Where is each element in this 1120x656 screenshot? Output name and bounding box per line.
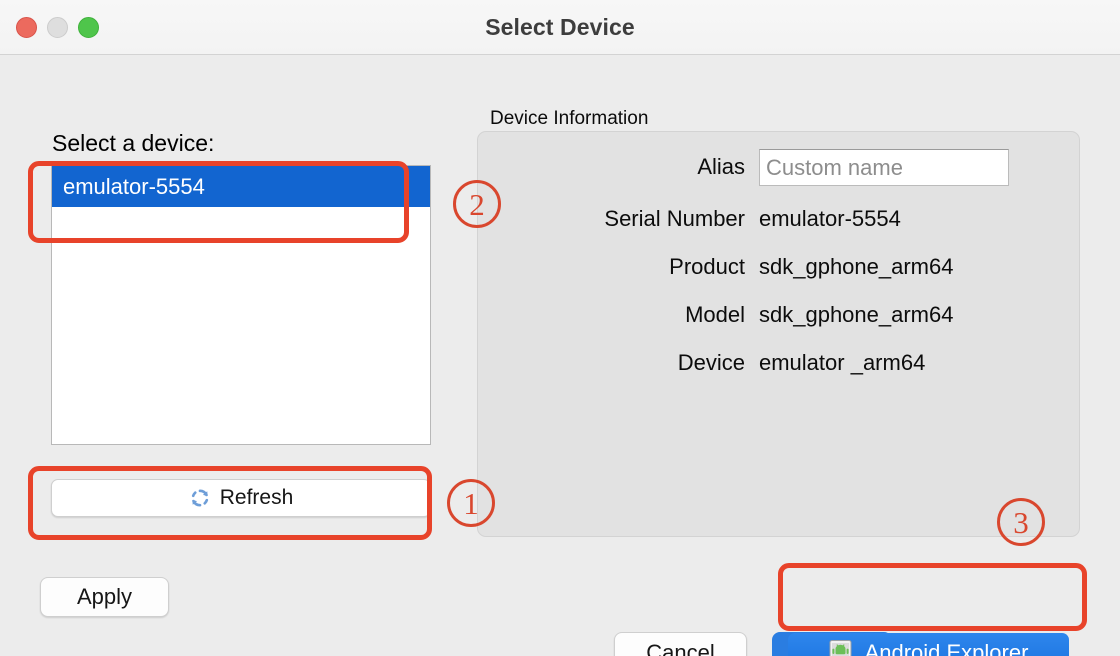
device-information-title: Device Information <box>490 108 649 129</box>
device-value: emulator _arm64 <box>759 350 926 375</box>
model-value: sdk_gphone_arm64 <box>759 302 954 327</box>
refresh-button[interactable]: Refresh <box>51 479 431 517</box>
android-explorer-button-label: Android Explorer <box>864 639 1029 656</box>
info-row-product: Product sdk_gphone_arm64 <box>478 250 1081 284</box>
annotation-marker-2: 2 <box>453 180 501 228</box>
device-information-panel: Alias Custom name Serial Number emulator… <box>477 131 1080 537</box>
page-title: Select Device <box>485 14 635 40</box>
alias-input[interactable]: Custom name <box>759 148 1009 186</box>
select-device-dialog: Select Device Select a device: emulator-… <box>0 0 1120 656</box>
serial-number-value: emulator-5554 <box>759 206 901 231</box>
android-device-icon <box>829 640 852 656</box>
android-explorer-button[interactable]: Android Explorer <box>788 633 1069 656</box>
device-label: Device <box>677 350 745 375</box>
annotation-marker-1: 1 <box>447 479 495 527</box>
refresh-button-label: Refresh <box>219 486 294 509</box>
serial-number-label: Serial Number <box>604 206 745 231</box>
apply-button-label: Apply <box>76 584 133 609</box>
info-row-model: Model sdk_gphone_arm64 <box>478 298 1081 332</box>
refresh-icon <box>189 487 211 509</box>
title-bar: Select Device <box>0 0 1120 55</box>
alias-label: Alias <box>697 154 745 179</box>
cancel-button[interactable]: Cancel <box>614 632 747 656</box>
info-row-device: Device emulator _arm64 <box>478 346 1081 380</box>
info-row-serial-number: Serial Number emulator-5554 <box>478 202 1081 236</box>
annotation-marker-3: 3 <box>997 498 1045 546</box>
list-item[interactable]: emulator-5554 <box>52 166 430 207</box>
model-label: Model <box>685 302 745 327</box>
info-row-alias: Alias Custom name <box>478 148 1081 186</box>
device-list[interactable]: emulator-5554 <box>51 165 431 445</box>
select-device-label: Select a device: <box>52 130 215 156</box>
dialog-body: Select a device: emulator-5554 Refresh A… <box>0 55 1120 656</box>
product-value: sdk_gphone_arm64 <box>759 254 954 279</box>
apply-button[interactable]: Apply <box>40 577 169 617</box>
product-label: Product <box>669 254 745 279</box>
cancel-button-label: Cancel <box>646 639 715 656</box>
